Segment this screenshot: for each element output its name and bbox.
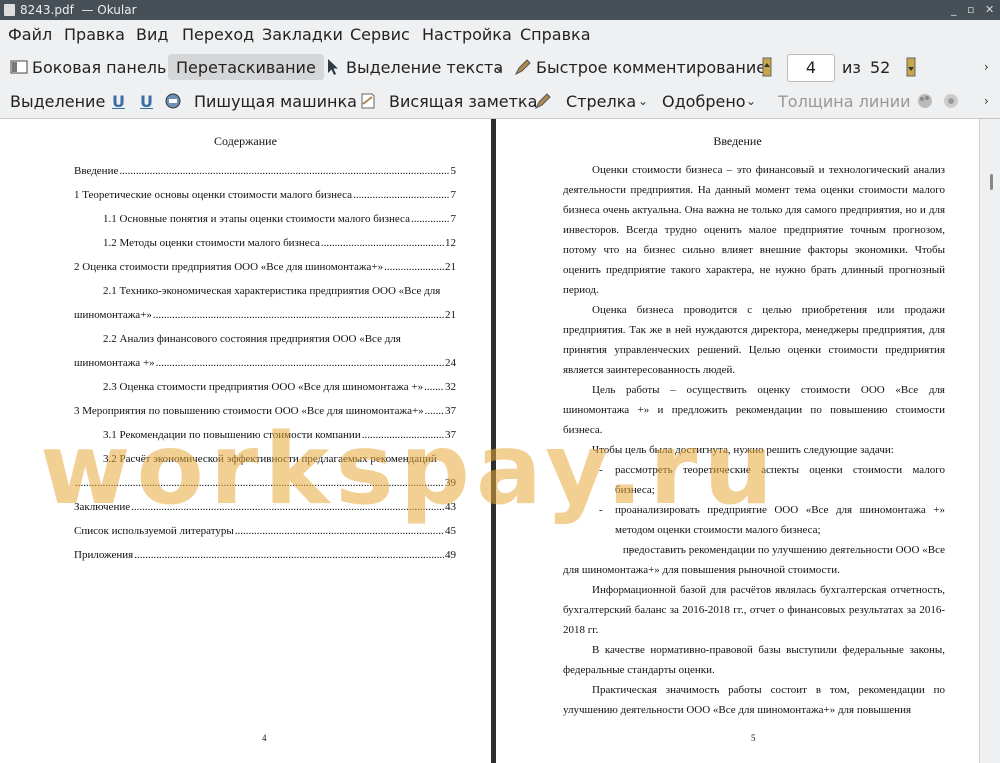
toc-entry: 1 Теоретические основы оценки стоимости … — [74, 188, 456, 202]
page-title: Содержание — [214, 134, 277, 148]
browse-tool-button[interactable]: Перетаскивание — [168, 54, 324, 80]
text-select-dropdown-icon[interactable]: ⌄ — [494, 54, 504, 80]
page-number: 5 — [751, 733, 756, 743]
toolbar2-overflow-icon[interactable]: › — [984, 88, 989, 114]
page-total: 52 — [870, 57, 891, 77]
toc-entry: Введение5 — [74, 164, 456, 178]
previous-page-icon[interactable] — [762, 54, 772, 80]
toolbar-overflow-icon[interactable]: › — [984, 54, 989, 80]
toc-entry: Приложения49 — [74, 548, 456, 562]
sidebar-icon — [10, 58, 28, 76]
color-icon[interactable] — [916, 88, 934, 114]
vertical-scrollbar[interactable] — [979, 119, 1000, 763]
window-title: 8243.pdf — Okular — [20, 3, 137, 17]
menu-tools[interactable]: Сервис — [350, 25, 410, 44]
minimize-button[interactable]: _ — [951, 3, 957, 16]
line-width-label[interactable]: Толщина линии — [778, 88, 911, 114]
text-select-label: Выделение текста — [346, 57, 504, 77]
underline-icon[interactable]: U — [112, 88, 125, 114]
menu-go[interactable]: Переход — [182, 25, 254, 44]
menu-view[interactable]: Вид — [136, 25, 168, 44]
squiggle-underline-icon[interactable]: U — [140, 88, 153, 114]
maximize-button[interactable]: ▫ — [967, 3, 974, 16]
paragraph: Оценки стоимости бизнеса – это финансовы… — [563, 164, 945, 296]
sidebar-toggle-button[interactable]: Боковая панель — [10, 54, 166, 80]
page-title: Введение — [713, 134, 762, 148]
arrow-dropdown-icon[interactable]: ⌄ — [638, 88, 648, 114]
stamp-icon[interactable] — [164, 88, 182, 114]
pen-icon — [514, 58, 532, 76]
toc-entry: 2 Оценка стоимости предприятия ООО «Все … — [74, 260, 456, 274]
menu-file[interactable]: Файл — [8, 25, 52, 44]
annotation-toolbar: Выделение U U Пишущая машинка Висящая за… — [0, 84, 1000, 119]
text-select-tool-button[interactable]: Выделение текста — [324, 54, 503, 80]
arrow-label[interactable]: Стрелка — [566, 88, 636, 114]
toc-entry: 1.2 Методы оценки стоимости малого бизне… — [74, 236, 456, 250]
menu-bar: Файл Правка Вид Переход Закладки Сервис … — [0, 20, 1000, 48]
watermark-text: workspay.ru — [40, 413, 780, 527]
selection-label[interactable]: Выделение — [10, 88, 105, 114]
quick-annotations-label: Быстрое комментирование — [536, 57, 767, 77]
menu-bookmarks[interactable]: Закладки — [262, 25, 343, 44]
paragraph: Практическая значимость работы состоит в… — [563, 684, 945, 716]
menu-settings[interactable]: Настройка — [422, 25, 512, 44]
note-icon[interactable] — [360, 88, 376, 114]
browse-tool-label: Перетаскивание — [176, 57, 316, 77]
toc-entry: 2.3 Оценка стоимости предприятия ООО «Вс… — [74, 380, 456, 394]
main-toolbar: Боковая панель Перетаскивание Выделение … — [0, 50, 1000, 84]
page-of-label: из — [842, 57, 861, 77]
paragraph: Информационной базой для расчётов являла… — [563, 584, 945, 636]
paragraph: Оценка бизнеса проводится с целью приобр… — [563, 304, 945, 376]
note-label[interactable]: Висящая заметка — [389, 88, 537, 114]
okular-app-icon — [4, 4, 15, 16]
approved-label[interactable]: Одобрено — [662, 88, 746, 114]
close-button[interactable]: ✕ — [985, 3, 994, 16]
page-number-input[interactable]: 4 — [787, 54, 835, 82]
scrollbar-thumb[interactable] — [990, 174, 993, 190]
toc-entry: 1.1 Основные понятия и этапы оценки стои… — [74, 212, 456, 226]
menu-help[interactable]: Справка — [520, 25, 591, 44]
page-number: 4 — [262, 733, 267, 743]
next-page-icon[interactable] — [906, 54, 916, 80]
quick-annotations-button[interactable]: Быстрое комментирование — [514, 54, 766, 80]
menu-edit[interactable]: Правка — [64, 25, 125, 44]
title-bar: 8243.pdf — Okular _ ▫ ✕ — [0, 0, 1000, 20]
arrow-tool-icon[interactable] — [534, 88, 552, 114]
typewriter-label[interactable]: Пишущая машинка — [194, 88, 357, 114]
cursor-icon — [324, 58, 342, 76]
paragraph: В качестве нормативно-правовой базы выст… — [563, 644, 945, 676]
document-view[interactable]: Содержание Введение5 1 Теоретические осн… — [0, 119, 1000, 763]
sidebar-toggle-label: Боковая панель — [32, 57, 167, 77]
opacity-icon[interactable] — [942, 88, 960, 114]
approved-dropdown-icon[interactable]: ⌄ — [746, 88, 756, 114]
toc-entry: 2.1 Технико-экономическая характеристика… — [74, 284, 456, 322]
toc-entry: 2.2 Анализ финансового состояния предпри… — [74, 332, 456, 370]
list-item: - предоставить рекомендации по улучшению… — [563, 544, 945, 576]
